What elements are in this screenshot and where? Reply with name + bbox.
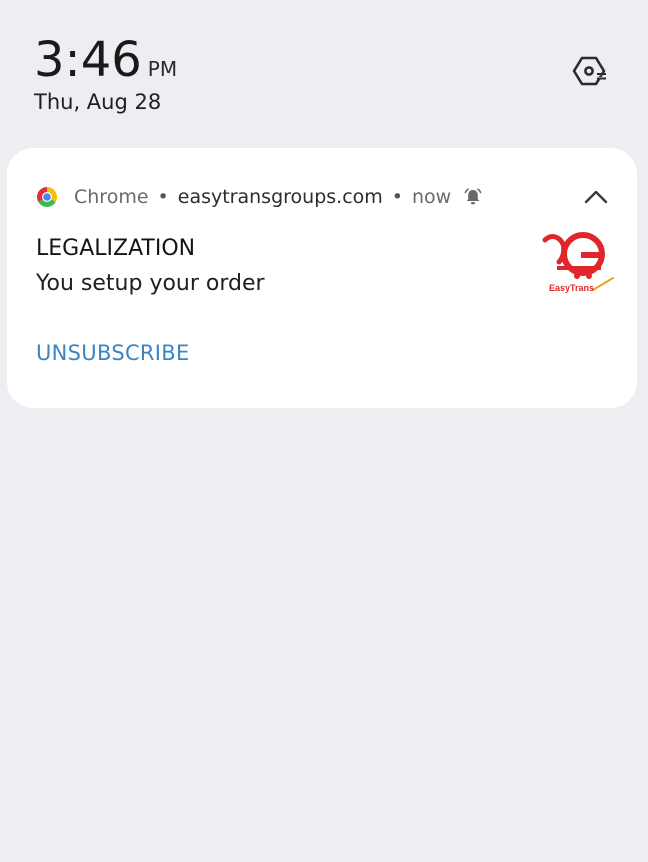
header-separator: • [391,186,403,208]
notification-title: LEGALIZATION [36,236,196,261]
chevron-up-icon[interactable] [583,186,609,208]
notification-header: Chrome • easytransgroups.com • now [36,184,483,210]
notification-app-name: Chrome [74,186,149,208]
notification-site: easytransgroups.com [177,186,383,208]
unsubscribe-button[interactable]: UNSUBSCRIBE [36,341,190,365]
notification-card[interactable]: Chrome • easytransgroups.com • now LEGAL… [7,148,637,408]
logo-text: EasyTrans [549,283,594,293]
chrome-icon [37,187,57,207]
header-separator: • [157,186,169,208]
easytrans-logo: EasyTrans [542,232,614,293]
clock-ampm: PM [147,57,178,81]
lockscreen-status-area: 3:46 PM Thu, Aug 28 [0,0,648,140]
notification-body: You setup your order [36,271,265,296]
bell-ringing-icon [464,188,482,205]
settings-gear-hexagon-icon[interactable] [570,54,608,88]
notification-time: now [412,186,452,208]
clock-time: 3:46 [34,32,142,88]
clock: 3:46 PM [34,30,177,90]
clock-date: Thu, Aug 28 [34,90,162,114]
